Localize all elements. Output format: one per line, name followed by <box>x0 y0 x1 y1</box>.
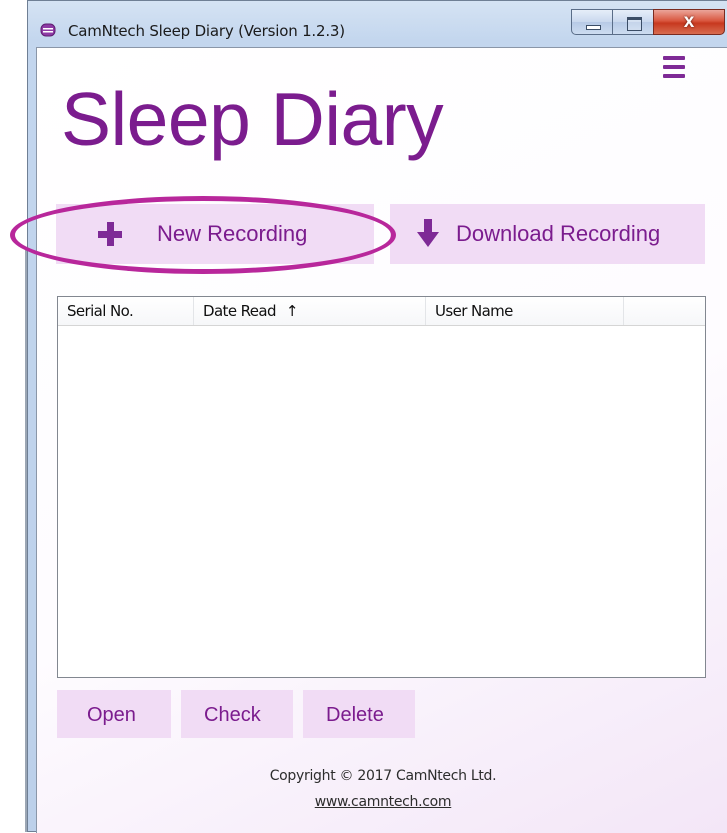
delete-label: Delete <box>326 704 384 726</box>
list-header: Serial No. Date Read ↑ User Name <box>58 297 705 326</box>
window-title: CamNtech Sleep Diary (Version 1.2.3) <box>68 22 345 40</box>
check-button[interactable]: Check <box>181 690 293 738</box>
minimize-button[interactable] <box>571 9 613 35</box>
plus-icon <box>98 222 122 246</box>
column-header-empty[interactable] <box>624 297 706 325</box>
website-link[interactable]: www.camntech.com <box>37 794 727 810</box>
background-strip <box>0 0 27 832</box>
client-area: Sleep Diary New Recording Download Recor… <box>36 47 727 833</box>
arrow-down-icon <box>417 219 439 247</box>
download-recording-label: Download Recording <box>456 221 661 246</box>
sort-ascending-icon: ↑ <box>285 302 299 320</box>
app-icon <box>40 23 56 37</box>
recordings-list[interactable]: Serial No. Date Read ↑ User Name <box>57 296 706 678</box>
open-label: Open <box>87 704 136 726</box>
column-label: User Name <box>435 302 513 320</box>
column-header-date-read[interactable]: Date Read ↑ <box>194 297 426 325</box>
new-recording-button[interactable]: New Recording <box>56 204 374 264</box>
download-recording-button[interactable]: Download Recording <box>390 204 705 264</box>
hamburger-menu-icon[interactable] <box>663 56 685 78</box>
new-recording-label: New Recording <box>157 221 308 246</box>
delete-button[interactable]: Delete <box>303 690 415 738</box>
close-button[interactable]: x <box>653 9 725 35</box>
app-window: CamNtech Sleep Diary (Version 1.2.3) x S… <box>27 0 727 833</box>
title-bar[interactable]: CamNtech Sleep Diary (Version 1.2.3) x <box>28 1 727 47</box>
copyright-text: Copyright © 2017 CamNtech Ltd. <box>269 768 497 784</box>
maximize-button[interactable] <box>612 9 654 35</box>
check-label: Check <box>204 704 261 726</box>
maximize-icon <box>627 17 642 31</box>
column-header-user-name[interactable]: User Name <box>426 297 624 325</box>
column-label: Date Read <box>203 302 277 320</box>
column-header-serial-no[interactable]: Serial No. <box>58 297 194 325</box>
open-button[interactable]: Open <box>57 690 171 738</box>
minimize-icon <box>586 25 601 30</box>
column-label: Serial No. <box>67 302 134 320</box>
close-icon: x <box>683 11 695 32</box>
page-title: Sleep Diary <box>61 77 444 161</box>
